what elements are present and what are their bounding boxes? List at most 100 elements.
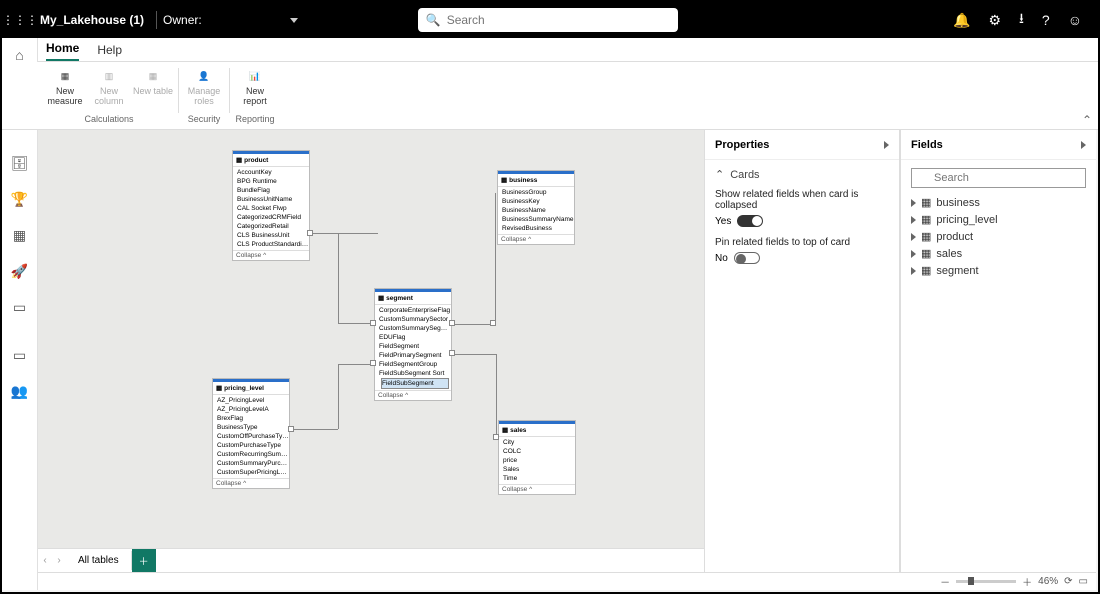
table-card-segment[interactable]: ▦segment CorporateEnterpriseFlagCustomSu… xyxy=(374,288,452,401)
collapse-card[interactable]: Collapse ^ xyxy=(233,250,309,260)
relationship-port[interactable] xyxy=(490,320,496,326)
card-field[interactable]: CustomPurchaseType xyxy=(217,441,289,450)
collapse-fields-icon[interactable] xyxy=(1081,141,1086,149)
card-field[interactable]: RevisedBusiness xyxy=(502,224,574,233)
card-field[interactable]: CorporateEnterpriseFlag xyxy=(379,306,451,315)
card-field[interactable]: COLC xyxy=(503,447,575,456)
field-table-business[interactable]: ▦business xyxy=(911,194,1086,211)
zoom-out-button[interactable]: － xyxy=(940,574,950,589)
feedback-icon[interactable]: ☺ xyxy=(1068,12,1082,28)
nav-metrics-icon[interactable]: 🏆 xyxy=(11,190,29,208)
app-launcher-icon[interactable]: ⋮⋮⋮ xyxy=(2,13,34,27)
card-field[interactable]: City xyxy=(503,438,575,447)
tab-help[interactable]: Help xyxy=(97,39,122,61)
fit-to-screen-icon[interactable]: ⟳ xyxy=(1064,576,1072,587)
fields-search-input[interactable] xyxy=(911,168,1086,188)
nav-data-hub-icon[interactable]: 🗄 xyxy=(11,154,29,172)
table-card-product[interactable]: ▦product AccountKeyBPG RuntimeBundleFlag… xyxy=(232,150,310,261)
card-field[interactable]: CustomSuperPricingLevel xyxy=(217,468,289,477)
relationship-port[interactable] xyxy=(288,426,294,432)
card-fields: CorporateEnterpriseFlagCustomSummarySect… xyxy=(375,305,451,390)
owner-dropdown[interactable]: Owner: xyxy=(163,13,298,27)
help-icon[interactable]: ? xyxy=(1042,12,1050,28)
global-search[interactable]: 🔍 xyxy=(418,8,678,32)
card-field[interactable]: FieldSubSegment xyxy=(381,378,449,389)
card-field[interactable]: Time xyxy=(503,474,575,483)
card-field[interactable]: AZ_PricingLevelA xyxy=(217,405,289,414)
card-field[interactable]: BrexFlag xyxy=(217,414,289,423)
relationship-port[interactable] xyxy=(493,434,499,440)
card-field[interactable]: BusinessType xyxy=(217,423,289,432)
notifications-icon[interactable]: 🔔 xyxy=(953,12,970,29)
tab-prev[interactable]: ‹ xyxy=(38,555,52,566)
full-screen-icon[interactable]: ▭ xyxy=(1079,576,1088,587)
card-field[interactable]: CategorizedRetail xyxy=(237,222,309,231)
nav-deploy-icon[interactable]: 🚀 xyxy=(11,262,29,280)
field-table-pricing_level[interactable]: ▦pricing_level xyxy=(911,211,1086,228)
relationship-port[interactable] xyxy=(449,320,455,326)
card-field[interactable]: EDUFlag xyxy=(379,333,451,342)
card-field[interactable]: CustomSummaryPurchaseType xyxy=(217,459,289,468)
nav-workspaces-icon[interactable]: ▭ xyxy=(11,346,29,364)
card-field[interactable]: CategorizedCRMField xyxy=(237,213,309,222)
cards-section-toggle[interactable]: ⌃ Cards xyxy=(715,168,889,181)
field-table-sales[interactable]: ▦sales xyxy=(911,245,1086,262)
table-card-sales[interactable]: ▦sales CityCOLCpriceSalesTime Collapse ^ xyxy=(498,420,576,495)
card-field[interactable]: AZ_PricingLevel xyxy=(217,396,289,405)
nav-my-workspace-icon[interactable]: 👥 xyxy=(11,382,29,400)
zoom-slider[interactable] xyxy=(956,580,1016,583)
relationship-port[interactable] xyxy=(370,320,376,326)
card-field[interactable]: BusinessUnitName xyxy=(237,195,309,204)
zoom-in-button[interactable]: ＋ xyxy=(1022,574,1032,589)
collapse-properties-icon[interactable] xyxy=(884,141,889,149)
card-field[interactable]: CustomRecurringSummaryPurchaseTy xyxy=(217,450,289,459)
card-field[interactable]: CustomSummarySegment xyxy=(379,324,451,333)
add-layout-tab[interactable]: ＋ xyxy=(132,549,156,572)
nav-learn-icon[interactable]: ▭ xyxy=(11,298,29,316)
collapse-card[interactable]: Collapse ^ xyxy=(375,390,451,400)
card-field[interactable]: CustomOffPurchaseType xyxy=(217,432,289,441)
card-field[interactable]: BusinessName xyxy=(502,206,574,215)
new-report-button[interactable]: 📊 New report xyxy=(234,64,276,114)
show-related-toggle[interactable] xyxy=(737,215,763,227)
field-table-product[interactable]: ▦product xyxy=(911,228,1086,245)
relationship-port[interactable] xyxy=(449,350,455,356)
model-canvas[interactable]: ▦product AccountKeyBPG RuntimeBundleFlag… xyxy=(38,130,704,548)
layout-tab-all-tables[interactable]: All tables xyxy=(66,551,132,570)
card-field[interactable]: price xyxy=(503,456,575,465)
card-field[interactable]: BusinessSummaryName xyxy=(502,215,574,224)
card-field[interactable]: FieldSubSegment Sort xyxy=(379,369,451,378)
card-field[interactable]: AccountKey xyxy=(237,168,309,177)
card-field[interactable]: BusinessGroup xyxy=(502,188,574,197)
card-field[interactable]: BusinessKey xyxy=(502,197,574,206)
settings-icon[interactable]: ⚙ xyxy=(988,12,1001,29)
tab-home[interactable]: Home xyxy=(46,37,79,61)
card-field[interactable]: Sales xyxy=(503,465,575,474)
table-icon: ▦ xyxy=(921,264,931,277)
field-table-segment[interactable]: ▦segment xyxy=(911,262,1086,279)
new-measure-button[interactable]: ▦ New measure xyxy=(44,64,86,114)
card-field[interactable]: BundleFlag xyxy=(237,186,309,195)
collapse-card[interactable]: Collapse ^ xyxy=(213,478,289,488)
card-field[interactable]: BPG Runtime xyxy=(237,177,309,186)
card-field[interactable]: FieldSegment xyxy=(379,342,451,351)
card-field[interactable]: FieldPrimarySegment xyxy=(379,351,451,360)
download-icon[interactable]: ⭳ xyxy=(1019,8,1024,32)
table-card-pricing-level[interactable]: ▦pricing_level AZ_PricingLevelAZ_Pricing… xyxy=(212,378,290,489)
collapse-card[interactable]: Collapse ^ xyxy=(499,484,575,494)
collapse-ribbon-button[interactable]: ⌃ xyxy=(1082,113,1092,127)
search-input[interactable] xyxy=(447,13,670,27)
relationship-port[interactable] xyxy=(307,230,313,236)
card-field[interactable]: CustomSummarySector xyxy=(379,315,451,324)
card-field[interactable]: CLS ProductStandardizedServices xyxy=(237,240,309,249)
collapse-card[interactable]: Collapse ^ xyxy=(498,234,574,244)
nav-apps-icon[interactable]: ▦ xyxy=(11,226,29,244)
pin-related-toggle[interactable] xyxy=(734,252,760,264)
field-table-label: pricing_level xyxy=(936,214,997,226)
card-field[interactable]: CAL Socket Flwp xyxy=(237,204,309,213)
card-field[interactable]: CLS BusinessUnit xyxy=(237,231,309,240)
relationship-port[interactable] xyxy=(370,360,376,366)
card-field[interactable]: FieldSegmentGroup xyxy=(379,360,451,369)
tab-next[interactable]: › xyxy=(52,555,66,566)
table-card-business[interactable]: ▦business BusinessGroupBusinessKeyBusine… xyxy=(497,170,575,245)
